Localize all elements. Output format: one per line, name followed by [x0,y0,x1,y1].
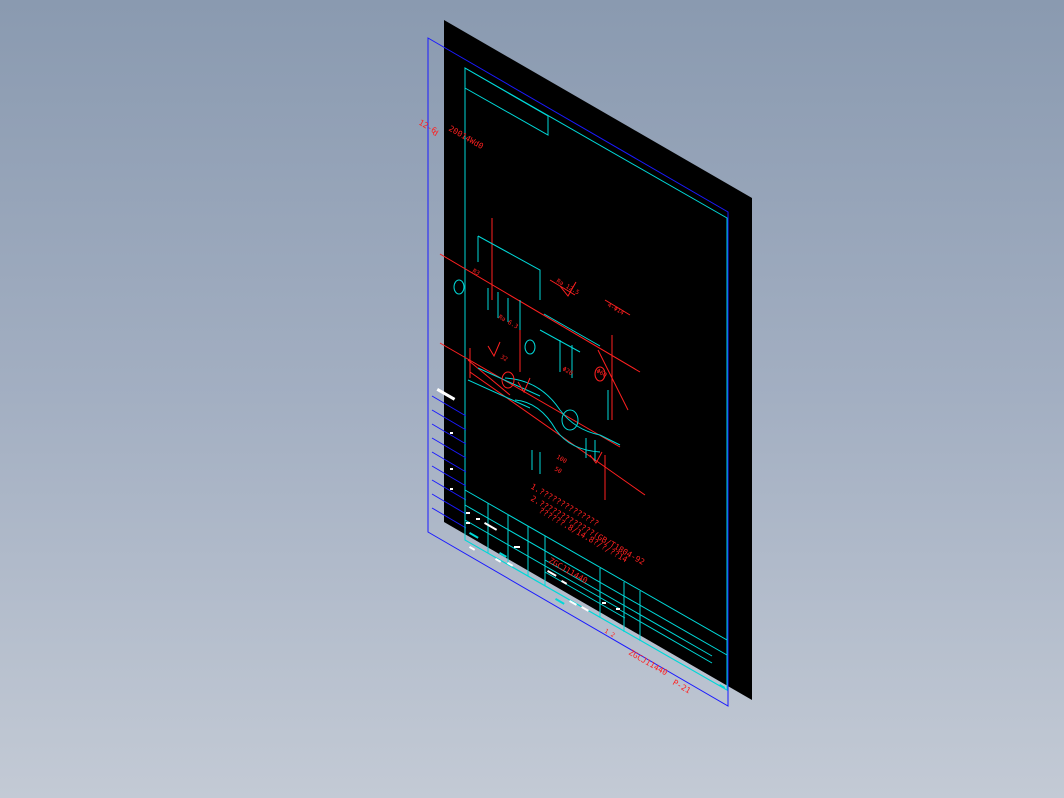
bottom-code: ZGCJ11440 [627,648,669,678]
cad-viewport[interactable]: 12-6 d 20014Wd0 Ra 12.5 Ra 6.3 4-Φ14 Φ60… [0,0,1064,798]
bottom-suffix: P-21 [671,678,692,696]
drawing-sheet [444,20,752,700]
drawing-sheet-3d-view[interactable]: 12-6 d 20014Wd0 Ra 12.5 Ra 6.3 4-Φ14 Φ60… [0,0,1064,798]
